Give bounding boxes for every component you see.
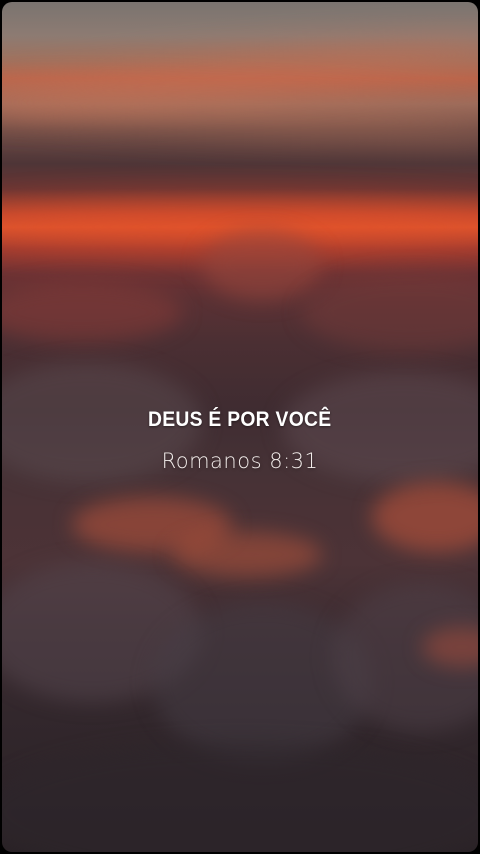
story-frame: DEUS É POR VOCÊ Romanos 8:31 <box>0 0 480 854</box>
cloud-peak <box>202 230 322 300</box>
cloud-bottom <box>2 742 478 852</box>
cloud-lit-left <box>2 282 182 342</box>
caption-reference-wrap: Romanos 8:31 <box>0 449 480 473</box>
cloud-lit-right <box>302 272 478 352</box>
caption-title-wrap: DEUS É POR VOCÊ <box>0 408 480 432</box>
caption-reference: Romanos 8:31 <box>161 449 319 473</box>
caption-title: DEUS É POR VOCÊ <box>148 408 332 431</box>
cloud-orange-right <box>372 482 478 552</box>
cloud-orange-center <box>172 532 322 577</box>
